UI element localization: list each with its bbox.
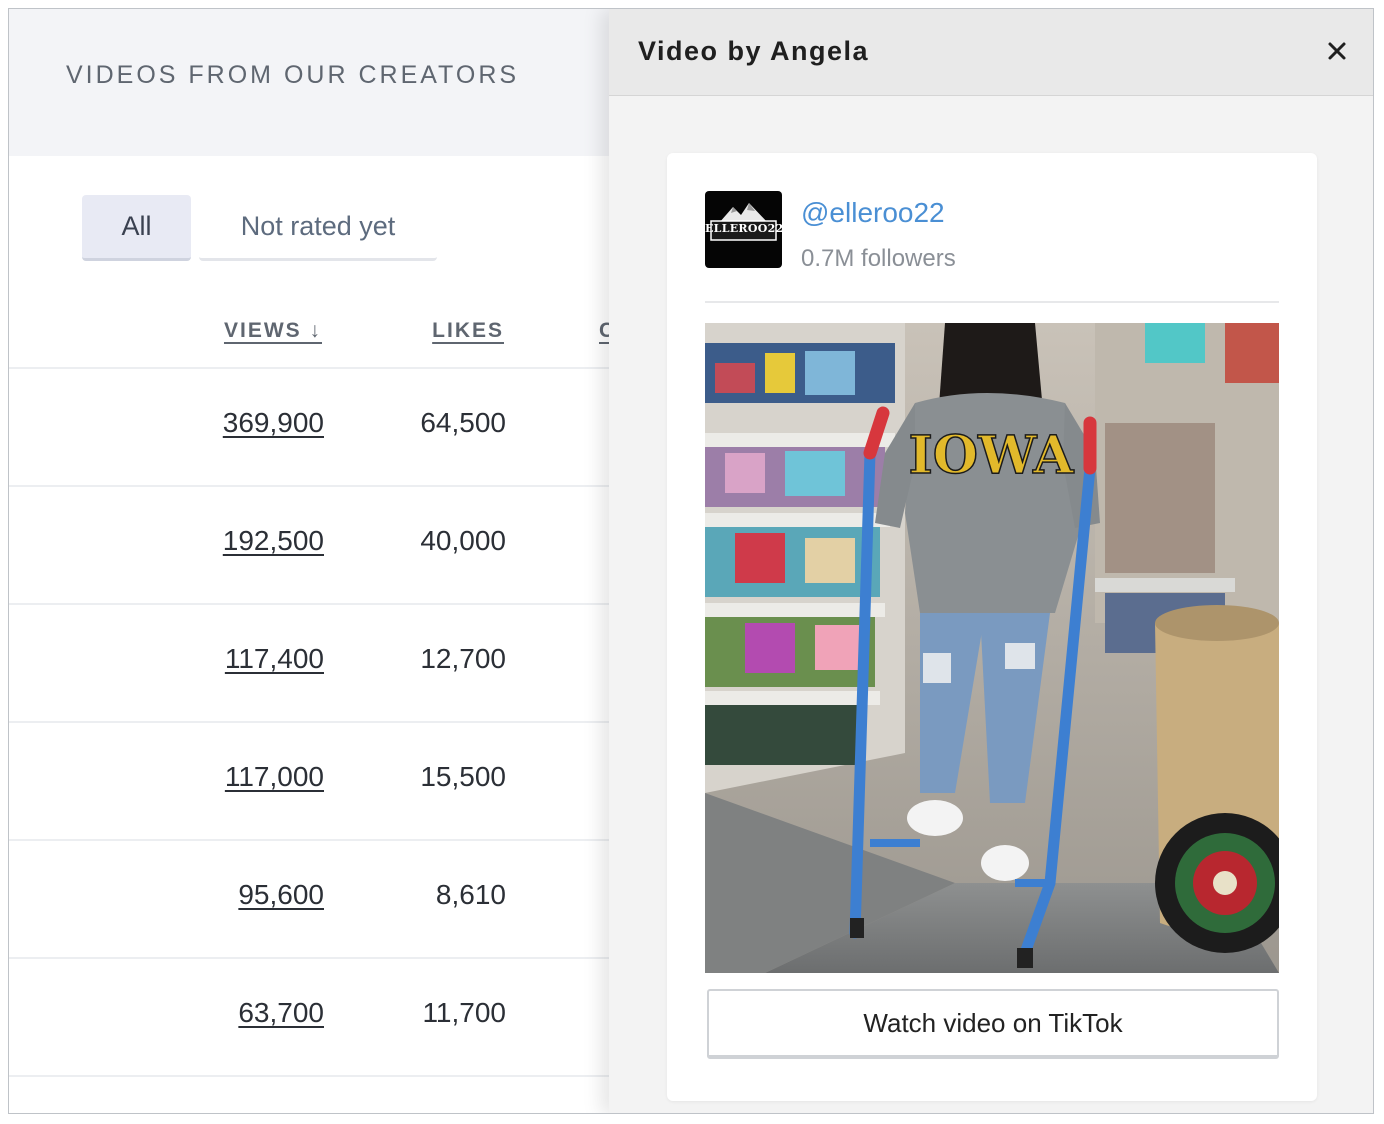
- likes-cell: 15,500: [420, 761, 506, 792]
- avatar-logo-text: ELLEROO22: [705, 222, 782, 235]
- tab-all[interactable]: All: [82, 195, 191, 261]
- views-cell[interactable]: 192,500: [223, 525, 324, 557]
- views-cell[interactable]: 117,000: [225, 761, 324, 793]
- video-card: ELLEROO22 @elleroo22 0.7M followers IOWA…: [667, 153, 1317, 1101]
- card-divider: [705, 301, 1279, 303]
- views-cell[interactable]: 369,900: [223, 407, 324, 439]
- likes-cell: 8,610: [435, 879, 506, 910]
- table-row: 117,000 15,500: [9, 723, 609, 841]
- app-window: VIDEOS FROM OUR CREATORS All Not rated y…: [8, 8, 1374, 1114]
- panel-title: Video by Angela: [638, 36, 870, 66]
- likes-cell: 64,500: [420, 407, 506, 438]
- creator-avatar[interactable]: ELLEROO22: [705, 191, 782, 268]
- close-icon[interactable]: [1321, 35, 1353, 67]
- video-side-panel: Video by Angela ELLEROO22 @elleroo22 0.7…: [609, 9, 1373, 1113]
- panel-header: Video by Angela: [609, 9, 1373, 96]
- watch-on-tiktok-button[interactable]: Watch video on TikTok: [707, 989, 1279, 1059]
- views-cell[interactable]: 117,400: [225, 643, 324, 675]
- views-cell[interactable]: 95,600: [238, 879, 324, 911]
- page-title: VIDEOS FROM OUR CREATORS: [66, 61, 520, 89]
- creator-handle-link[interactable]: @elleroo22: [801, 197, 945, 229]
- shirt-text: IOWA: [908, 425, 1074, 486]
- table-row: 117,400 12,700: [9, 605, 609, 723]
- likes-cell: 11,700: [422, 997, 506, 1028]
- column-header-views[interactable]: VIEWS ↓: [224, 319, 322, 343]
- tab-not-rated-yet[interactable]: Not rated yet: [199, 195, 437, 261]
- table-row: 192,500 40,000: [9, 487, 609, 605]
- views-cell[interactable]: 63,700: [238, 997, 324, 1029]
- table-row: 63,700 11,700: [9, 959, 609, 1077]
- column-header-likes[interactable]: LIKES: [432, 319, 504, 343]
- table-row: 369,900 64,500: [9, 369, 609, 487]
- follower-count: 0.7M followers: [801, 245, 956, 272]
- table-row: 95,600 8,610: [9, 841, 609, 959]
- page-header: VIDEOS FROM OUR CREATORS: [9, 9, 609, 156]
- likes-cell: 12,700: [420, 643, 506, 674]
- video-thumbnail[interactable]: IOWA: [705, 323, 1279, 973]
- likes-cell: 40,000: [420, 525, 506, 556]
